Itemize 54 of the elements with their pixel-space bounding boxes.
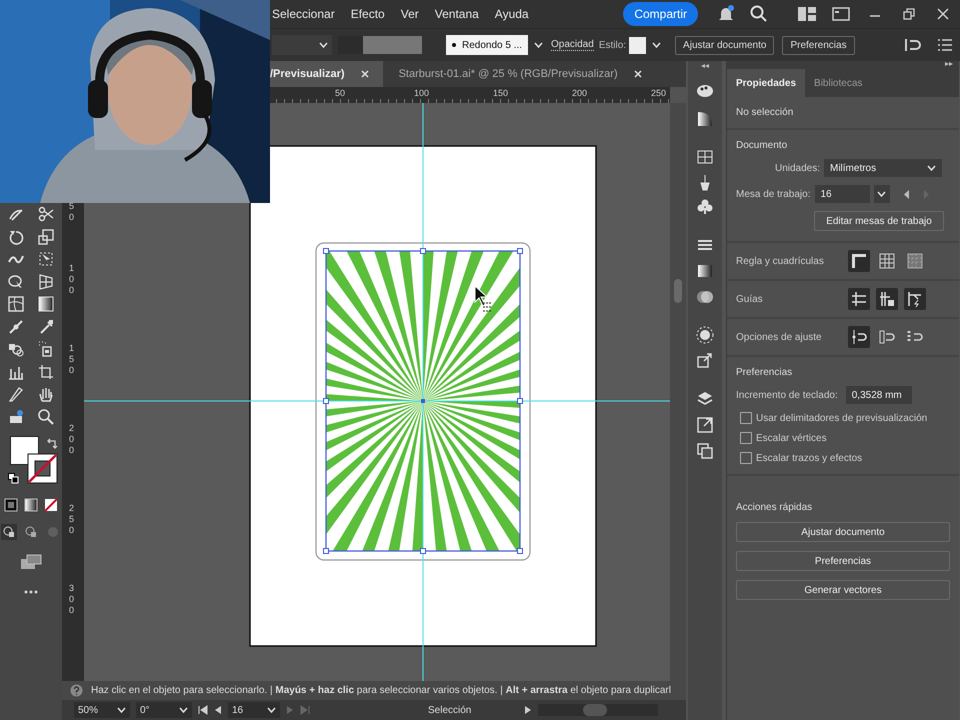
units-dropdown[interactable]: Milímetros	[824, 159, 942, 177]
field-label: Mesa de trabajo:	[736, 188, 810, 200]
ruler-label: 200	[572, 88, 588, 98]
ruler-label: 250	[651, 88, 666, 98]
checkbox-label: Escalar vértices	[756, 432, 827, 444]
edit-artboards-button[interactable]: Editar mesas de trabajo	[814, 211, 944, 231]
brush-dropdown[interactable]: Redondo 5 ...	[446, 35, 528, 55]
section-title: Documento	[736, 140, 788, 151]
menu-item[interactable]: Efecto	[350, 7, 385, 21]
rotation-dropdown[interactable]: 0°	[136, 702, 192, 718]
share-button[interactable]: Compartir	[623, 2, 698, 26]
ruler-label: 150	[493, 88, 508, 98]
ruler-label: 50	[335, 88, 346, 98]
document-tab[interactable]: /Previsualizar)	[270, 61, 383, 87]
quick-action-button[interactable]: Ajustar documento	[736, 522, 950, 542]
document-tab[interactable]: Starburst-01.ai* @ 25 % (RGB/Previsualizar)	[382, 61, 656, 87]
panel-tab[interactable]: Bibliotecas	[805, 69, 872, 97]
checkbox-label: Usar delimitadores de previsualización	[756, 412, 928, 424]
increment-field[interactable]: 0,3528 mm	[846, 386, 912, 404]
menu-item[interactable]: Ventana	[434, 7, 479, 21]
menu-item[interactable]: Seleccionar	[272, 7, 335, 21]
style-label: Estilo:	[598, 40, 626, 50]
tab-title: /Previsualizar)	[270, 68, 345, 80]
ruler-label: 150	[69, 342, 74, 376]
artboard-dropdown[interactable]: 16	[228, 702, 280, 718]
panel-tab[interactable]: Propiedades	[727, 69, 806, 97]
section-title: Acciones rápidas	[736, 502, 814, 513]
checkbox-label: Escalar trazos y efectos	[756, 452, 862, 464]
opacity-link[interactable]: Opacidad	[551, 39, 594, 51]
menu-item[interactable]: Ver	[400, 7, 419, 21]
toolbar-button[interactable]: Ajustar documento	[675, 36, 774, 54]
toolbar-button[interactable]: Preferencias	[782, 36, 855, 54]
ruler-label: 200	[69, 422, 74, 456]
zoom-dropdown[interactable]: 50%	[74, 702, 130, 718]
section-title: Guías	[736, 294, 764, 304]
quick-action-button[interactable]: Generar vectores	[736, 580, 950, 600]
ruler-label: 250	[69, 502, 74, 536]
field-label: Unidades:	[774, 162, 820, 174]
hint-text: Haz clic en el objeto para seleccionarlo. | Mayús + haz clic para seleccionar varios objetos. | Alt + arrastra el objeto para duplicarl	[91, 684, 671, 696]
brush-label: Redondo 5 ...	[462, 40, 522, 50]
ruler-label: 50	[69, 200, 74, 223]
section-title: Regla y cuadrículas	[736, 256, 825, 266]
section-title: Opciones de ajuste	[736, 332, 823, 342]
tab-title: Starburst-01.ai* @ 25 % (RGB/Previsualizar)	[398, 68, 618, 80]
quick-action-button[interactable]: Preferencias	[736, 551, 950, 571]
current-tool: Selección	[428, 704, 472, 716]
field-label: Incremento de teclado:	[736, 390, 838, 400]
ruler-label: 300	[69, 582, 74, 616]
section-title: Preferencias	[736, 367, 794, 378]
artboard-field[interactable]: 16	[814, 185, 870, 203]
ruler-label: 100	[69, 262, 74, 296]
selection-status: No selección	[736, 107, 794, 118]
ruler-label: 100	[414, 88, 430, 98]
menu-item[interactable]: Ayuda	[494, 7, 529, 21]
